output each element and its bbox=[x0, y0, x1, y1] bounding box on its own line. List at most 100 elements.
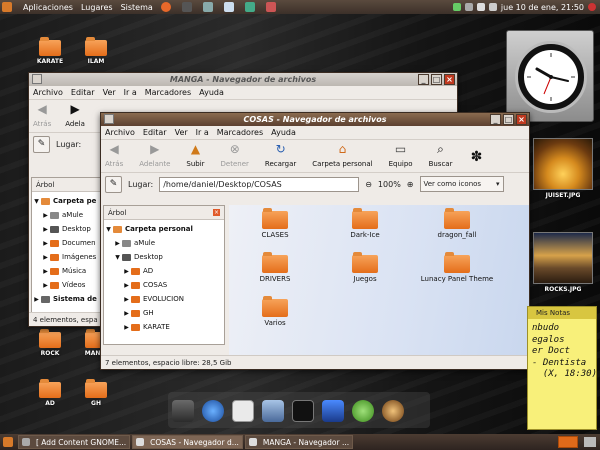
taskbar-item-add-content[interactable]: [ Add Content GNOME... bbox=[18, 435, 131, 449]
image-icon[interactable] bbox=[202, 2, 213, 12]
image-viewer-launcher-icon[interactable] bbox=[262, 400, 284, 422]
tree-item[interactable]: ▶ Desktop bbox=[32, 222, 100, 236]
tree-item[interactable]: ▶ KARATE bbox=[104, 320, 224, 334]
chevron-right-icon[interactable]: ▶ bbox=[113, 240, 122, 247]
tree-item[interactable]: ▶ COSAS bbox=[104, 278, 224, 292]
file-item-varios[interactable]: Varios bbox=[239, 296, 311, 327]
panel-clock[interactable]: jue 10 de ene, 21:50 bbox=[501, 3, 584, 12]
chevron-right-icon[interactable]: ▶ bbox=[122, 296, 131, 303]
volume-icon[interactable] bbox=[476, 3, 485, 11]
zoom-out-icon[interactable]: ⊖ bbox=[365, 180, 372, 189]
spreadsheet-icon[interactable] bbox=[244, 2, 255, 12]
menu-ayuda[interactable]: Ayuda bbox=[271, 128, 296, 137]
maximize-button[interactable]: □ bbox=[503, 114, 514, 125]
taskbar-item-manga[interactable]: MANGA - Navegador ... bbox=[244, 435, 354, 449]
close-sidebar-icon[interactable]: × bbox=[213, 209, 220, 216]
up-button[interactable]: ▲ Subir bbox=[186, 141, 204, 168]
computer-button[interactable]: ▭ Equipo bbox=[389, 141, 413, 168]
file-item-dragon-fall[interactable]: dragon_fall bbox=[421, 208, 493, 239]
display-icon[interactable] bbox=[488, 3, 497, 11]
back-button[interactable]: ◀ Atrás bbox=[105, 141, 123, 168]
file-item-juegos[interactable]: Juegos bbox=[329, 252, 401, 283]
location-input[interactable]: /home/daniel/Desktop/COSAS bbox=[159, 176, 360, 192]
tree-item[interactable]: ▶ Imágenes bbox=[32, 250, 100, 264]
menu-ir-a[interactable]: Ir a bbox=[196, 128, 209, 137]
desktop-icon-ad[interactable]: AD bbox=[28, 379, 72, 407]
network-icon[interactable] bbox=[452, 3, 461, 11]
tree-item[interactable]: ▼ Desktop bbox=[104, 250, 224, 264]
close-button[interactable]: × bbox=[516, 114, 527, 125]
edit-location-icon[interactable]: ✎ bbox=[105, 175, 122, 193]
minimize-button[interactable]: _ bbox=[418, 74, 429, 85]
update-icon[interactable] bbox=[464, 3, 473, 11]
stop-button[interactable]: ⊗ Detener bbox=[221, 141, 249, 168]
menu-ayuda[interactable]: Ayuda bbox=[199, 88, 224, 97]
tree-item[interactable]: ▶ Documen bbox=[32, 236, 100, 250]
home-button[interactable]: ⌂ Carpeta personal bbox=[312, 141, 372, 168]
presentation-icon[interactable] bbox=[265, 2, 276, 12]
file-item-lunacy-panel-theme[interactable]: Lunacy Panel Theme bbox=[415, 252, 499, 283]
video-launcher-icon[interactable] bbox=[322, 400, 344, 422]
minimize-button[interactable]: _ bbox=[490, 114, 501, 125]
taskbar-item-cosas[interactable]: COSAS - Navegador d... bbox=[132, 435, 243, 449]
sidebar-header[interactable]: Árbol bbox=[32, 178, 100, 192]
chevron-down-icon[interactable]: ▼ bbox=[104, 226, 113, 233]
sidebar-header[interactable]: Árbol × bbox=[104, 206, 224, 220]
tree-item[interactable]: ▶ aMule bbox=[32, 208, 100, 222]
chevron-down-icon[interactable]: ▼ bbox=[113, 254, 122, 261]
tree-item[interactable]: ▼ Carpeta pe bbox=[32, 194, 100, 208]
menu-archivo[interactable]: Archivo bbox=[33, 88, 63, 97]
maximize-button[interactable]: □ bbox=[431, 74, 442, 85]
tree-item[interactable]: ▶ AD bbox=[104, 264, 224, 278]
desktop-icon-rocks-image[interactable]: ROCKS.JPG bbox=[530, 232, 596, 293]
menu-aplicaciones[interactable]: Aplicaciones bbox=[23, 3, 73, 12]
notes-widget[interactable]: Mis Notas nbudo egalos er Doct - Dentista (… bbox=[527, 306, 597, 430]
clipboard-launcher-icon[interactable] bbox=[232, 400, 254, 422]
menu-editar[interactable]: Editar bbox=[143, 128, 167, 137]
user-launcher-icon[interactable] bbox=[382, 400, 404, 422]
edit-location-icon[interactable]: ✎ bbox=[33, 135, 50, 153]
menu-archivo[interactable]: Archivo bbox=[105, 128, 135, 137]
cosas-file-browser-window[interactable]: COSAS - Navegador de archivos _ □ × Arch… bbox=[100, 112, 530, 370]
chevron-right-icon[interactable]: ▶ bbox=[122, 324, 131, 331]
home-launcher-icon[interactable] bbox=[172, 400, 194, 422]
close-button[interactable]: × bbox=[444, 74, 455, 85]
tree-item[interactable]: ▼ Carpeta personal bbox=[104, 222, 224, 236]
tree-item[interactable]: ▶ Vídeos bbox=[32, 278, 100, 292]
trash-icon[interactable] bbox=[584, 437, 596, 447]
window-titlebar[interactable]: COSAS - Navegador de archivos _ □ × bbox=[101, 113, 529, 126]
document-icon[interactable] bbox=[223, 2, 234, 12]
chevron-right-icon[interactable]: ▶ bbox=[122, 268, 131, 275]
search-button[interactable]: ⌕ Buscar bbox=[429, 141, 453, 169]
tree-item[interactable]: ▶ aMule bbox=[104, 236, 224, 250]
desktop-icon-ilam[interactable]: ILAM bbox=[74, 37, 118, 65]
terminal-icon[interactable] bbox=[181, 2, 192, 12]
notes-body[interactable]: nbudo egalos er Doct - Dentista (X, 18:30) bbox=[528, 319, 597, 385]
tree-item[interactable]: ▶ GH bbox=[104, 306, 224, 320]
chevron-right-icon[interactable]: ▶ bbox=[122, 310, 131, 317]
desktop-icon-karate[interactable]: KARATE bbox=[28, 37, 72, 65]
window-menu-icon[interactable] bbox=[32, 74, 42, 84]
menu-ver[interactable]: Ver bbox=[175, 128, 188, 137]
browser-launcher-icon[interactable] bbox=[202, 400, 224, 422]
file-item-drivers[interactable]: DRIVERS bbox=[239, 252, 311, 283]
menu-editar[interactable]: Editar bbox=[71, 88, 95, 97]
firefox-icon[interactable] bbox=[160, 2, 171, 12]
window-menu-icon[interactable] bbox=[104, 114, 114, 124]
forward-button[interactable]: ▶ Adela bbox=[65, 101, 85, 128]
menu-marcadores[interactable]: Marcadores bbox=[145, 88, 191, 97]
power-icon[interactable] bbox=[588, 3, 596, 11]
forward-button[interactable]: ▶ Adelante bbox=[139, 141, 170, 168]
workspace-switcher[interactable] bbox=[558, 436, 578, 448]
desktop-icon-rock[interactable]: ROCK bbox=[28, 329, 72, 357]
back-button[interactable]: ◀ Atrás bbox=[33, 101, 51, 128]
file-item-dark-ice[interactable]: Dark-Ice bbox=[329, 208, 401, 239]
desktop-icon-gh[interactable]: GH bbox=[74, 379, 118, 407]
tree-item[interactable]: ▶ Música bbox=[32, 264, 100, 278]
view-mode-select[interactable]: Ver como iconos ▾ bbox=[419, 176, 504, 192]
desktop-icon-sunset-image[interactable]: JUISET.JPG bbox=[530, 138, 596, 199]
terminal-launcher-icon[interactable] bbox=[292, 400, 314, 422]
reload-button[interactable]: ↻ Recargar bbox=[265, 141, 296, 168]
menu-marcadores[interactable]: Marcadores bbox=[217, 128, 263, 137]
file-item-clases[interactable]: CLASES bbox=[239, 208, 311, 239]
